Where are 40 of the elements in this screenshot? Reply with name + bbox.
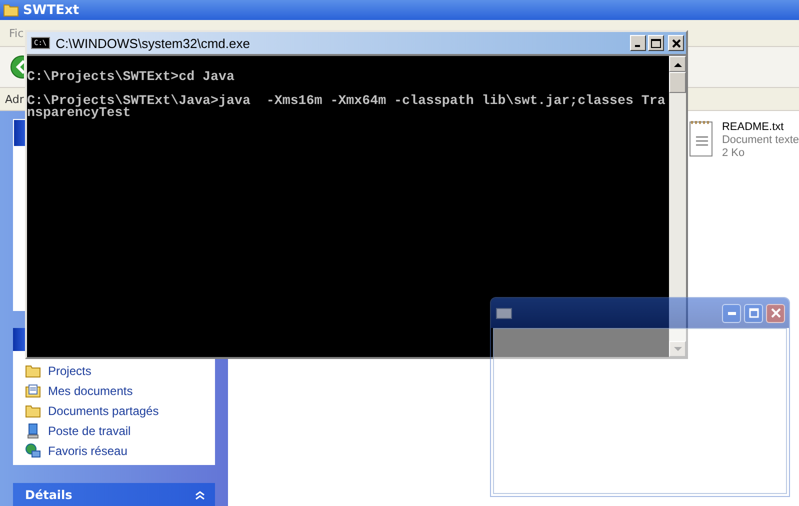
network-icon (25, 443, 41, 460)
up-arrow-icon (674, 62, 682, 66)
documents-icon (25, 384, 41, 398)
chevron-up-icon (194, 490, 205, 500)
place-link[interactable]: Favoris réseau (25, 441, 215, 462)
maximize-icon (748, 308, 758, 318)
close-button[interactable] (668, 35, 684, 51)
place-link[interactable]: Poste de travail (25, 421, 215, 442)
scrollbar[interactable] (669, 56, 686, 357)
console-line: C:\Projects\SWTExt\Java>java -Xms16m -Xmx64m -classpath lib\swt.jar;classes Tra (27, 95, 666, 107)
window-title: C:\WINDOWS\system32\cmd.exe (56, 36, 251, 50)
folder-icon (3, 3, 19, 17)
place-link[interactable]: Projects (25, 361, 215, 382)
scroll-up-button[interactable] (669, 56, 686, 72)
down-arrow-icon (674, 346, 682, 352)
address-label: Adr (5, 92, 24, 106)
maximize-button[interactable] (648, 35, 664, 51)
folder-icon (25, 404, 41, 418)
maximize-icon (651, 38, 661, 48)
window-icon (496, 308, 512, 318)
window-title: SWTExt (23, 2, 80, 18)
notepad-icon (688, 119, 714, 159)
console-line: nsparencyTest (27, 107, 131, 119)
file-name: README.txt (722, 121, 785, 134)
close-icon (770, 308, 780, 318)
panel-header[interactable] (13, 328, 25, 352)
minimize-icon (728, 312, 736, 314)
scroll-thumb[interactable] (669, 72, 686, 93)
file-size: 2 Ko (722, 147, 746, 160)
console-line: C:\Projects\SWTExt>cd Java (27, 71, 236, 83)
close-icon (672, 38, 680, 48)
place-link[interactable]: Documents partagés (25, 401, 215, 422)
details-header[interactable]: Détails (13, 483, 215, 506)
computer-icon (25, 423, 41, 440)
panel-header[interactable] (14, 120, 26, 146)
file-item[interactable]: README.txt Document texte 2 Ko (688, 119, 799, 160)
file-type: Document texte (722, 134, 799, 147)
place-link[interactable]: Mes documents (25, 381, 215, 402)
minimize-button[interactable] (630, 35, 646, 51)
folder-icon (25, 364, 41, 378)
